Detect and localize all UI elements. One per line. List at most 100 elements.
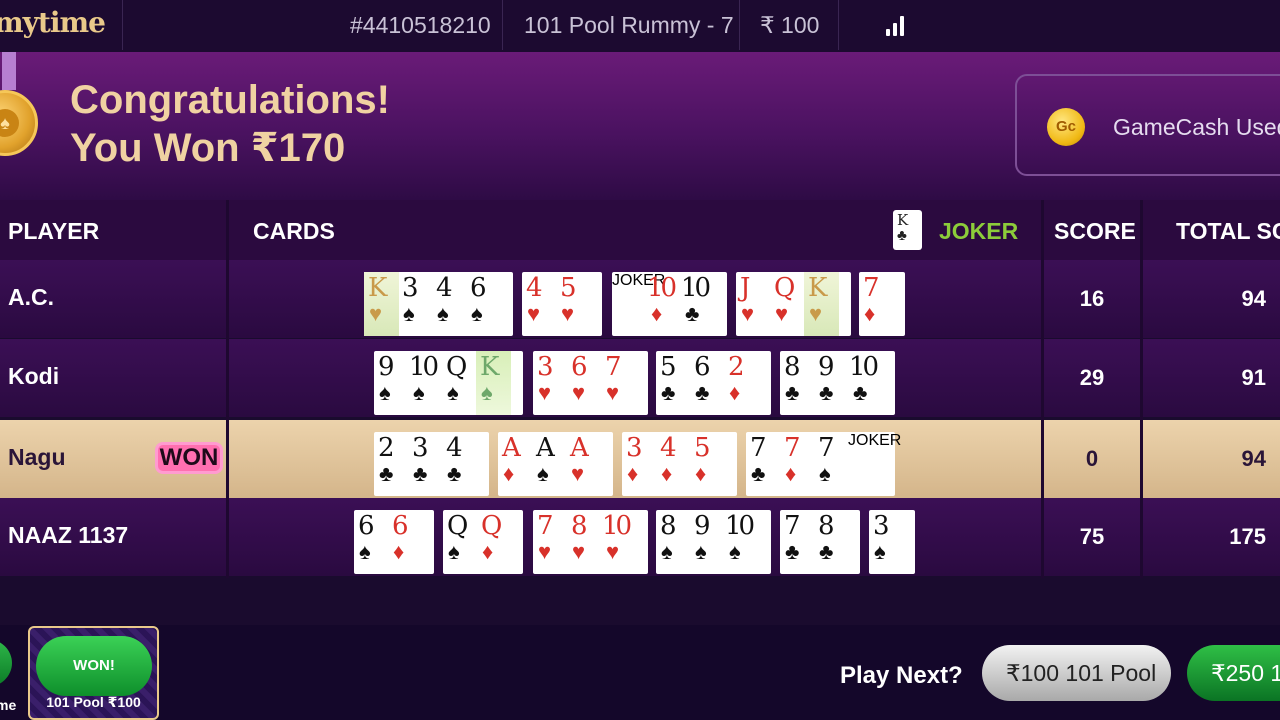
playing-card: 8 ♥ <box>567 510 602 574</box>
player-score: 75 <box>1079 524 1105 549</box>
diamond-icon: ♦ <box>651 301 663 326</box>
heart-icon: ♥ <box>538 380 552 405</box>
heart-icon: ♥ <box>572 380 586 405</box>
club-icon: ♣ <box>785 380 800 405</box>
playing-card: 4 ♠ <box>432 272 467 336</box>
playing-card: 7 ♥ <box>533 510 568 574</box>
signal-strength-icon[interactable] <box>884 14 908 36</box>
heart-icon: ♥ <box>809 301 823 326</box>
playing-card: 5 ♣ <box>656 351 691 415</box>
club-icon: ♣ <box>751 461 766 486</box>
diamond-icon: ♦ <box>503 461 515 486</box>
playing-card: 8 ♣ <box>780 351 815 415</box>
total-score-column-header: TOTAL SCORE <box>1176 218 1280 244</box>
card-rank: 3 <box>412 433 429 463</box>
diamond-icon: ♦ <box>627 461 639 486</box>
spade-icon: ♠ <box>695 539 707 564</box>
playing-card: J ♥ <box>736 272 771 336</box>
playing-card: A ♦ <box>498 432 533 496</box>
card-rank: 9 <box>694 511 711 541</box>
playing-card: 5 ♦ <box>690 432 725 496</box>
card-rank: 3 <box>873 511 890 541</box>
playing-card: 10 ♠ <box>724 510 759 574</box>
card-rank: 10 <box>681 273 711 303</box>
congrats-line: Congratulations! <box>70 78 390 122</box>
card-group: 4 ♥ 5 ♥ <box>522 272 602 336</box>
play-next-option-1-button[interactable]: ₹100 101 Pool <box>982 645 1171 701</box>
playing-card: 10 ♥ <box>601 510 636 574</box>
table-row: NAAZ 1137 75 175 6 ♠ 6 ♦ Q ♠ Q ♦ 7 ♥ 8 ♥ 10 ♥ 8 ♠ 9 ♠ 10 ♠ 7 ♣ 8 ♣… <box>0 498 1280 576</box>
playing-card: 5 ♥ <box>556 272 591 336</box>
card-rank: 2 <box>378 433 395 463</box>
playing-card: 3 ♦ <box>622 432 657 496</box>
result-banner: ♠ Congratulations! You Won ₹170 Gc GameC… <box>0 52 1280 200</box>
joker-card: K ♣ <box>893 210 922 250</box>
card-rank: 6 <box>392 511 409 541</box>
playing-card: A ♠ <box>532 432 567 496</box>
divider <box>502 0 503 50</box>
club-icon: ♣ <box>785 539 800 564</box>
playing-card: 6 ♠ <box>466 272 501 336</box>
card-rank: 4 <box>436 273 453 303</box>
spade-icon: ♠ <box>661 539 673 564</box>
player-total-score: 94 <box>1241 446 1266 471</box>
card-group: 7 ♣ 7 ♦ 7 ♠ JOKER <box>746 432 901 496</box>
card-rank: 10 <box>602 511 632 541</box>
card-group: 7 ♥ 8 ♥ 10 ♥ <box>533 510 648 574</box>
card-rank: J <box>740 273 751 303</box>
heart-icon: ♥ <box>527 301 541 326</box>
diamond-icon: ♦ <box>482 539 494 564</box>
gamecash-panel[interactable]: Gc GameCash Used <box>1015 74 1280 176</box>
card-rank: K <box>368 273 388 303</box>
card-rank: 10 <box>409 352 439 382</box>
card-group: 3 ♦ 4 ♦ 5 ♦ <box>622 432 737 496</box>
card-rank: 6 <box>358 511 375 541</box>
lobby-button[interactable] <box>0 639 12 687</box>
card-rank: Q <box>447 511 469 541</box>
card-rank: 7 <box>863 273 880 303</box>
card-group: 9 ♠ 10 ♠ Q ♠ K ♠ <box>374 351 523 415</box>
card-rank: 7 <box>750 433 767 463</box>
playing-card: 8 ♠ <box>656 510 691 574</box>
entry-fee: ₹ 100 <box>760 12 820 38</box>
club-icon: ♣ <box>685 301 700 326</box>
spade-icon: ♠ <box>359 539 371 564</box>
joker-text: JOKER <box>612 272 666 289</box>
card-group: 6 ♠ 6 ♦ <box>354 510 434 574</box>
table-row: A.C. 16 94 K ♥ 3 ♠ 4 ♠ 6 ♠ 4 ♥ 5 ♥ JOKER 10 ♦ 10 ♣ J ♥ Q ♥ K ♥ 7 ♦ <box>0 260 1280 338</box>
medal-ribbon <box>2 52 16 90</box>
game-tile[interactable]: WON! 101 Pool ₹100 <box>28 626 159 720</box>
diamond-icon: ♦ <box>785 461 797 486</box>
card-rank: 6 <box>470 273 487 303</box>
playing-card: 7 ♦ <box>859 272 894 336</box>
won-status-button[interactable]: WON! <box>36 636 152 696</box>
playing-card: 9 ♠ <box>374 351 409 415</box>
diamond-icon: ♦ <box>393 539 405 564</box>
playing-card: 6 ♦ <box>388 510 423 574</box>
card-rank: A <box>570 433 589 463</box>
playing-card: 4 ♦ <box>656 432 691 496</box>
spade-icon: ♠ <box>481 380 493 405</box>
playing-card: Q ♠ <box>443 510 478 574</box>
playing-card: 3 ♠ <box>869 510 904 574</box>
player-name: NAAZ 1137 <box>8 522 129 548</box>
card-group: J ♥ Q ♥ K ♥ <box>736 272 851 336</box>
card-rank: K <box>480 352 500 382</box>
spade-icon: ♠ <box>729 539 741 564</box>
card-group: Q ♠ Q ♦ <box>443 510 523 574</box>
spade-icon: ♠ <box>471 301 483 326</box>
gamecash-coin-icon: Gc <box>1047 108 1085 146</box>
spade-icon: ♠ <box>379 380 391 405</box>
medal-icon: ♠ <box>0 90 38 156</box>
gamecash-label: GameCash Used <box>1113 114 1280 140</box>
joker-label: JOKER <box>939 218 1019 244</box>
play-next-option-2-button[interactable]: ₹250 101 Pool <box>1187 645 1280 701</box>
card-group: 8 ♠ 9 ♠ 10 ♠ <box>656 510 771 574</box>
heart-icon: ♥ <box>606 539 620 564</box>
card-rank: 9 <box>378 352 395 382</box>
spade-icon: ♠ <box>447 380 459 405</box>
card-rank: 5 <box>660 352 677 382</box>
card-rank: 4 <box>446 433 463 463</box>
heart-icon: ♥ <box>775 301 789 326</box>
card-group: 7 ♦ <box>859 272 905 336</box>
